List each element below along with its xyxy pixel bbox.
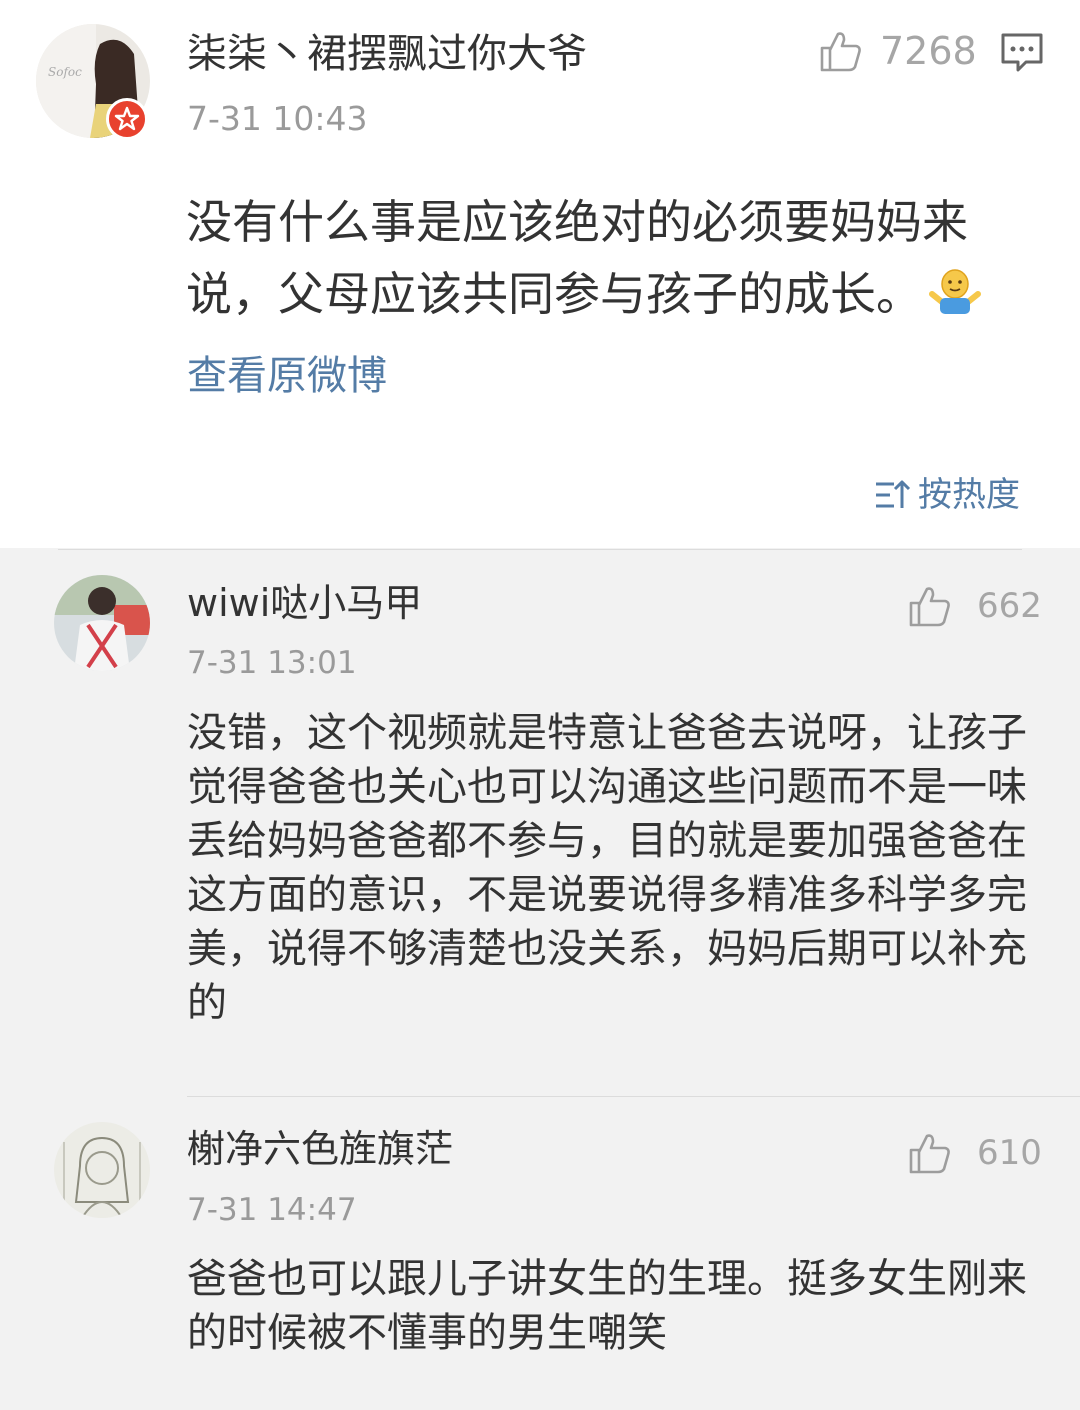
like-button[interactable]: 610 (907, 1130, 1042, 1176)
view-original-link[interactable]: 查看原微博 (187, 356, 387, 396)
thumbs-up-icon (820, 32, 861, 72)
like-button[interactable]: 7268 (818, 28, 977, 74)
sort-by-hot-button[interactable]: 按热度 (874, 478, 1020, 512)
username[interactable]: 榭净六色旌旗茫 (187, 1130, 453, 1168)
avatar[interactable] (54, 575, 150, 671)
timestamp: 7-31 13:01 (187, 645, 357, 681)
comment-text: 没错，这个视频就是特意让爸爸去说呀，让孩子觉得爸爸也关心也可以沟通这些问题而不是… (187, 710, 1027, 1026)
divider (58, 549, 1022, 550)
like-count: 7268 (880, 29, 977, 73)
comment-text: 爸爸也可以跟儿子讲女生的生理。挺多女生刚来的时候被不懂事的男生嘲笑 (187, 1256, 1027, 1356)
thumbs-up-icon (909, 587, 950, 627)
username[interactable]: 柒柒丶裙摆飘过你大爷 (187, 34, 587, 74)
timestamp: 7-31 14:47 (187, 1192, 357, 1228)
sort-label: 按热度 (918, 475, 1020, 515)
sort-icon (876, 480, 911, 508)
svg-text:Sofoc: Sofoc (48, 65, 82, 79)
shrug-emoji (928, 262, 982, 334)
thumbs-up-icon (909, 1134, 950, 1174)
divider (187, 1096, 1080, 1097)
timestamp: 7-31 10:43 (187, 99, 368, 138)
username[interactable]: wiwi哒小马甲 (187, 584, 422, 622)
avatar[interactable] (54, 1122, 150, 1218)
comment-icon[interactable] (1000, 32, 1044, 78)
post-text-content: 没有什么事是应该绝对的必须要妈妈来说，父母应该共同参与孩子的成长。 (186, 195, 968, 321)
main-post: Sofoc 柒柒丶裙摆飘过你大爷 7-31 10:43 7268 没有什么事是应… (0, 0, 1080, 548)
like-button[interactable]: 662 (907, 583, 1042, 629)
like-count: 662 (977, 586, 1042, 626)
like-count: 610 (977, 1133, 1042, 1173)
post-text: 没有什么事是应该绝对的必须要妈妈来说，父母应该共同参与孩子的成长。 (186, 186, 1036, 334)
verified-badge-icon (106, 98, 148, 140)
